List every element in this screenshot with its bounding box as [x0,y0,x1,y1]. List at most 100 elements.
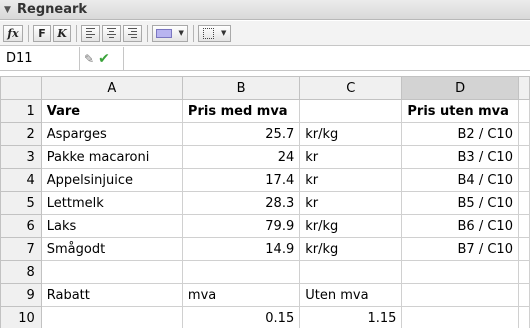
cell-overflow [517,306,530,328]
cell-overflow [517,214,530,238]
cell-c[interactable]: kr [299,168,403,192]
cell-b[interactable]: 25.7 [181,122,301,146]
table-row: 10 0.15 1.15 [0,306,530,328]
cell-a[interactable]: Smågodt [40,237,183,261]
cell-a[interactable] [40,260,183,284]
cell-d[interactable]: B6 / C10 [401,214,519,238]
cell-d[interactable]: B7 / C10 [401,237,519,261]
cell-d[interactable]: B5 / C10 [401,191,519,215]
toolbar-divider [147,24,148,42]
cell-d[interactable]: B2 / C10 [401,122,519,146]
cell-overflow [517,99,530,123]
table-row: 9 Rabatt mva Uten mva [0,283,530,307]
spreadsheet-grid: A B C D 1 Vare Pris med mva Pris uten mva 2 A… [0,76,530,328]
cell-d[interactable] [401,260,519,284]
formula-bar-icons: ✎ ✔ [80,46,124,71]
cell-b[interactable]: 0.15 [181,306,301,328]
formula-bar: D11 ✎ ✔ [0,46,530,71]
cell-overflow [517,168,530,192]
cell-d[interactable]: B4 / C10 [401,168,519,192]
cell-c[interactable]: kr/kg [299,237,403,261]
bold-button[interactable]: F [33,24,51,42]
cell-c[interactable]: kr/kg [299,122,403,146]
column-header-overflow [517,76,530,100]
view-title: Regneark [17,2,88,17]
cell-reference-field[interactable]: D11 [0,46,80,71]
cell-d[interactable] [401,306,519,328]
table-row: 5 Lettmelk 28.3 kr B5 / C10 [0,191,530,215]
cancel-edit-icon[interactable]: ✎ [84,52,94,66]
confirm-check-icon[interactable]: ✔ [98,51,110,67]
cell-a[interactable]: Rabatt [40,283,183,307]
column-header-c[interactable]: C [299,76,403,100]
cell-c[interactable] [299,99,403,123]
cell-c[interactable]: Uten mva [299,283,403,307]
function-button[interactable]: fx [3,24,23,42]
view-titlebar: ▼ Regneark [0,0,530,20]
cell-b[interactable]: 28.3 [181,191,301,215]
formula-input[interactable] [124,47,530,71]
cell-d[interactable]: B3 / C10 [401,145,519,169]
row-header[interactable]: 9 [0,283,42,307]
cell-b[interactable]: 17.4 [181,168,301,192]
cell-overflow [517,145,530,169]
cell-c[interactable]: kr/kg [299,214,403,238]
cell-c[interactable]: 1.15 [299,306,403,328]
column-header-a[interactable]: A [40,76,183,100]
cell-d[interactable] [401,283,519,307]
cell-c[interactable]: kr [299,191,403,215]
chevron-down-icon: ▼ [220,29,227,37]
corner-cell[interactable] [0,76,42,100]
cell-b[interactable]: mva [181,283,301,307]
border-icon [202,27,214,39]
cell-a[interactable]: Vare [40,99,183,123]
row-header[interactable]: 4 [0,168,42,192]
align-left-button[interactable] [81,24,100,42]
align-right-button[interactable] [123,24,142,42]
cell-b[interactable] [181,260,301,284]
cell-overflow [517,122,530,146]
row-header[interactable]: 10 [0,306,42,328]
chevron-down-icon: ▼ [178,29,184,37]
cell-b[interactable]: 24 [181,145,301,169]
color-swatch-icon [156,28,173,38]
align-center-icon [107,28,116,38]
cell-overflow [517,283,530,307]
cell-a[interactable]: Appelsinjuice [40,168,183,192]
column-header-row: A B C D [0,76,530,100]
cell-a[interactable]: Laks [40,214,183,238]
cell-overflow [517,237,530,261]
italic-button[interactable]: K [53,24,71,42]
column-header-d[interactable]: D [401,76,519,100]
column-header-b[interactable]: B [181,76,301,100]
cell-b[interactable]: 14.9 [181,237,301,261]
row-header[interactable]: 1 [0,99,42,123]
cell-a[interactable]: Pakke macaroni [40,145,183,169]
toolbar-divider [76,24,77,42]
table-row: 8 [0,260,530,284]
toolbar-divider [193,24,194,42]
table-row: 1 Vare Pris med mva Pris uten mva [0,99,530,123]
cell-a[interactable]: Lettmelk [40,191,183,215]
row-header[interactable]: 8 [0,260,42,284]
row-header[interactable]: 7 [0,237,42,261]
cell-c[interactable] [299,260,403,284]
row-header[interactable]: 5 [0,191,42,215]
cell-overflow [517,260,530,284]
table-row: 4 Appelsinjuice 17.4 kr B4 / C10 [0,168,530,192]
align-center-button[interactable] [102,24,121,42]
row-header[interactable]: 6 [0,214,42,238]
cell-b[interactable]: Pris med mva [181,99,301,123]
row-header[interactable]: 3 [0,145,42,169]
align-right-icon [128,28,137,38]
row-header[interactable]: 2 [0,122,42,146]
cell-a[interactable] [40,306,183,328]
collapse-triangle-icon[interactable]: ▼ [4,5,14,15]
cell-b[interactable]: 79.9 [181,214,301,238]
table-row: 2 Asparges 25.7 kr/kg B2 / C10 [0,122,530,146]
cell-c[interactable]: kr [299,145,403,169]
border-style-button[interactable]: ▼ [198,24,231,42]
cell-a[interactable]: Asparges [40,122,183,146]
cell-d[interactable]: Pris uten mva [401,99,519,123]
background-color-button[interactable]: ▼ [152,24,188,42]
